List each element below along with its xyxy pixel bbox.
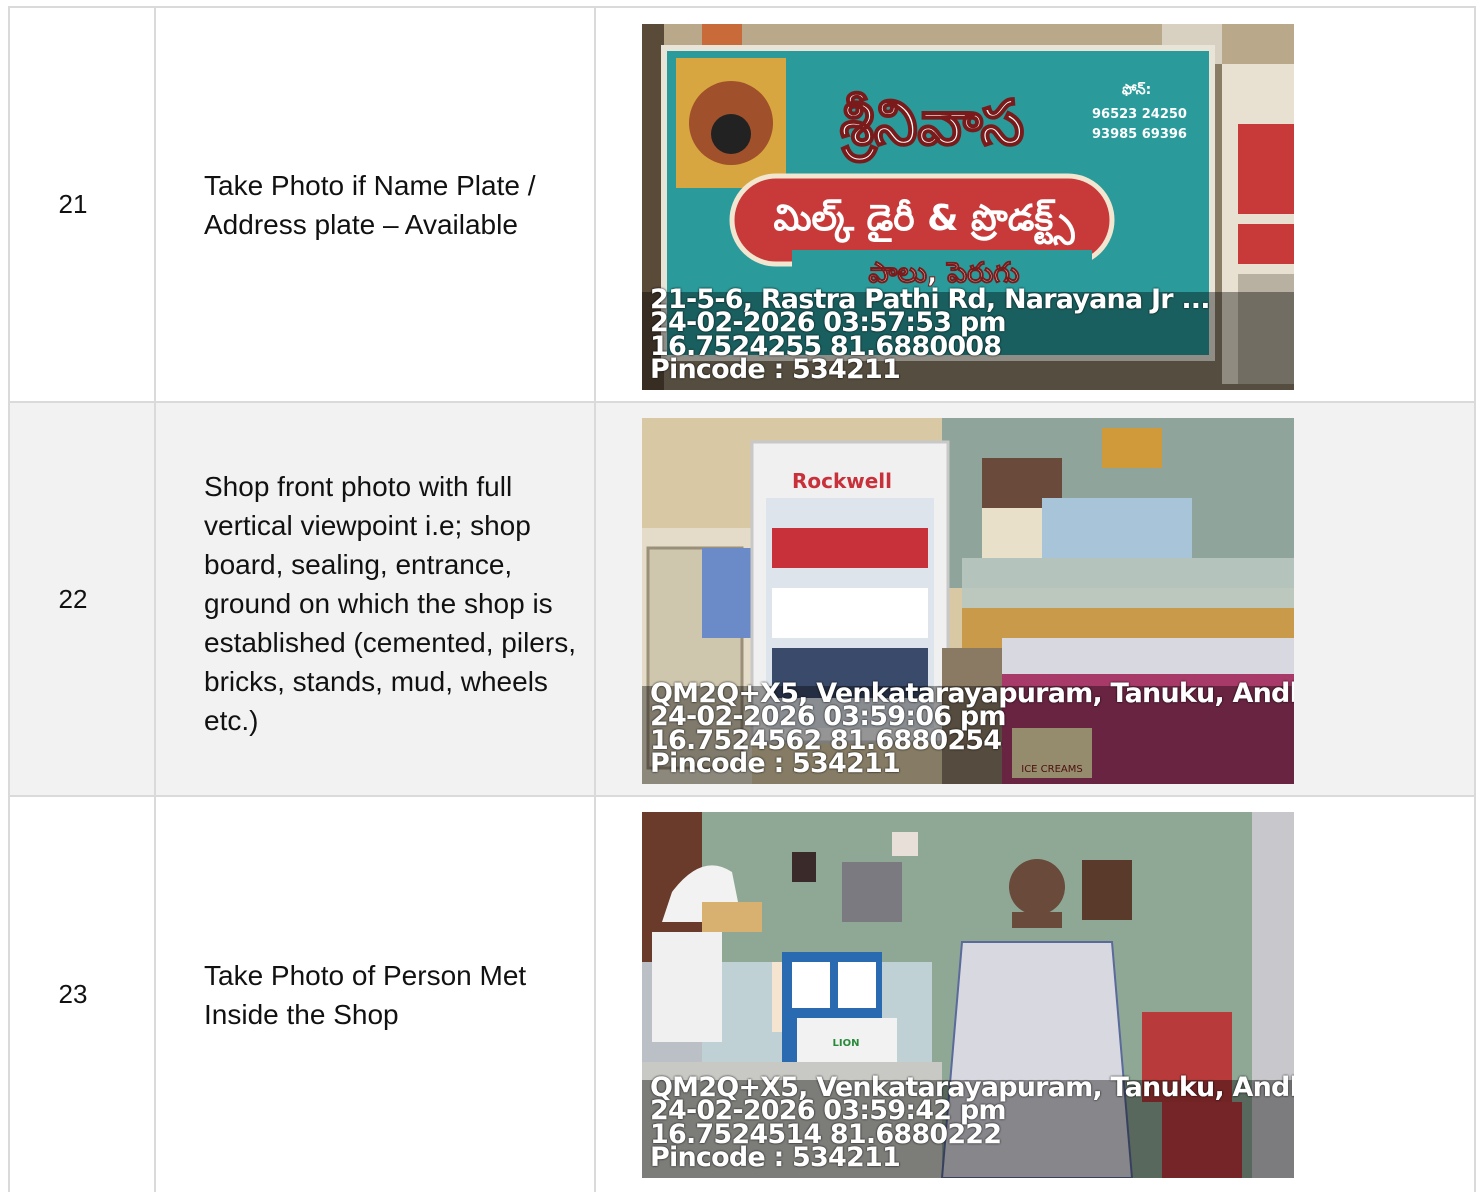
photo-cell: శ్రీనివాస మిల్క్ డైరీ & ప్రొడక్ట్స్ పాలు… — [596, 8, 1476, 401]
table-row: 21 Take Photo if Name Plate / Address pl… — [10, 8, 1476, 403]
geo-stamp: 21-5-6, Rastra Pathi Rd, Narayana Jr ...… — [642, 284, 1294, 390]
stamp-pincode: Pincode : 534211 — [650, 748, 901, 779]
geo-stamp: QM2Q+X5, Venkatarayapuram, Tanuku, Andh … — [642, 678, 1294, 784]
sign-phone-label: ఫోన్: — [1122, 81, 1151, 98]
fridge-brand: Rockwell — [792, 469, 892, 493]
shop-front-photo[interactable]: Rockwell ICE CREAMS QM2Q+X5, Venkataraya… — [642, 418, 1294, 784]
sign-title: శ్రీనివాస — [840, 86, 1024, 163]
row-number: 23 — [10, 797, 156, 1192]
row-number: 22 — [10, 403, 156, 795]
table-row: 22 Shop front photo with full vertical v… — [10, 403, 1476, 797]
sign-phone-1: 96523 24250 — [1092, 107, 1187, 122]
box-label: LION — [833, 1038, 860, 1049]
photo-checklist-table: 21 Take Photo if Name Plate / Address pl… — [8, 6, 1476, 1192]
name-plate-photo[interactable]: శ్రీనివాస మిల్క్ డైరీ & ప్రొడక్ట్స్ పాలు… — [642, 24, 1294, 390]
stamp-pincode: Pincode : 534211 — [650, 1142, 901, 1173]
row-description: Take Photo of Person Met Inside the Shop — [156, 797, 596, 1192]
row-description: Shop front photo with full vertical view… — [156, 403, 596, 795]
table-row: 23 Take Photo of Person Met Inside the S… — [10, 797, 1476, 1192]
person-met-photo[interactable]: LION QM2Q+X5, Venkatarayapuram, Tanuku, … — [642, 812, 1294, 1178]
photo-cell: LION QM2Q+X5, Venkatarayapuram, Tanuku, … — [596, 797, 1476, 1192]
stamp-pincode: Pincode : 534211 — [650, 354, 901, 385]
sign-phone-2: 93985 69396 — [1092, 127, 1187, 142]
row-number: 21 — [10, 8, 156, 401]
photo-cell: Rockwell ICE CREAMS QM2Q+X5, Venkataraya… — [596, 403, 1476, 795]
geo-stamp: QM2Q+X5, Venkatarayapuram, Tanuku, Andh … — [642, 1072, 1294, 1178]
sign-subtitle: మిల్క్ డైరీ & ప్రొడక్ట్స్ — [773, 198, 1075, 246]
row-description: Take Photo if Name Plate / Address plate… — [156, 8, 596, 401]
